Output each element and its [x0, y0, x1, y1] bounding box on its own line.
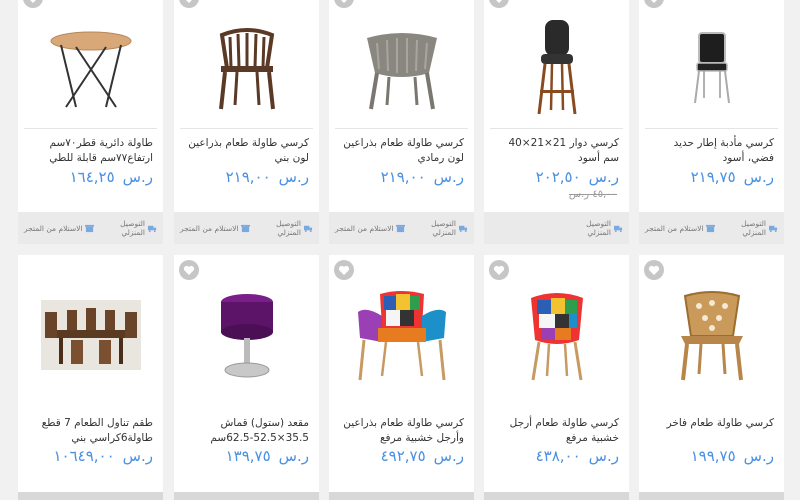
- price: ر.س٤٩٢,٧٥: [380, 447, 464, 465]
- dining-set-image[interactable]: [18, 280, 163, 390]
- store-pickup: الاستلام من المتجر: [24, 224, 95, 233]
- card-footer: [18, 492, 163, 500]
- home-delivery: التوصيل المنزلي: [576, 219, 623, 237]
- store-icon: [706, 224, 716, 232]
- divider: [335, 128, 468, 129]
- patchwork-armchair-image[interactable]: [329, 280, 474, 390]
- heart-icon[interactable]: [23, 0, 43, 8]
- delivery-options: التوصيل المنزلي الاستلام من المتجر: [329, 212, 474, 244]
- price: ر.س١٩٩,٧٥: [690, 447, 774, 465]
- price: ر.س٢١٩,٧٥: [690, 168, 774, 186]
- product-title[interactable]: كرسي طاولة طعام فاخر: [647, 416, 774, 431]
- product-title[interactable]: كرسي طاولة طعام أرجل خشبية مرفع: [492, 416, 619, 446]
- price: ر.س١٠٦٤٩,٠٠: [53, 447, 154, 465]
- delivery-options: التوصيل المنزلي: [484, 212, 629, 244]
- store-icon: [241, 224, 251, 232]
- home-delivery: التوصيل المنزلي: [421, 219, 468, 237]
- product-card[interactable]: مقعد (ستول) قماش 35.5×52.5-62.5سم ر.س١٣٩…: [174, 255, 319, 500]
- truck-icon: [614, 225, 623, 232]
- product-title[interactable]: كرسي دوار 21×21×40 سم أسود: [492, 136, 619, 166]
- product-title[interactable]: مقعد (ستول) قماش 35.5×52.5-62.5سم: [182, 416, 309, 446]
- brown-armchair-image[interactable]: [174, 10, 319, 125]
- truck-icon: [148, 225, 157, 232]
- store-icon: [85, 224, 95, 232]
- heart-icon[interactable]: [489, 0, 509, 8]
- heart-icon[interactable]: [334, 260, 354, 280]
- delivery-options: التوصيل المنزلي الاستلام من المتجر: [18, 212, 163, 244]
- product-title[interactable]: كرسي طاولة طعام بذراعين لون رمادي: [337, 136, 464, 166]
- old-price: ٤٥,٠٠ ر.س: [568, 189, 617, 200]
- product-card[interactable]: كرسي مأدبة إطار حديد فضي، أسود ر.س٢١٩,٧٥…: [639, 0, 784, 244]
- product-card[interactable]: كرسي طاولة طعام بذراعين لون بني ر.س٢١٩,٠…: [174, 0, 319, 244]
- price: ر.س٢١٩,٠٠: [380, 168, 464, 186]
- gold-chair-image[interactable]: [639, 280, 784, 390]
- truck-icon: [769, 225, 778, 232]
- product-title[interactable]: طاولة دائرية قطر٧٠سم ارتفاع٧٧سم قابلة لل…: [26, 136, 153, 166]
- heart-icon[interactable]: [179, 260, 199, 280]
- card-footer: [639, 492, 784, 500]
- product-card[interactable]: طاولة دائرية قطر٧٠سم ارتفاع٧٧سم قابلة لل…: [18, 0, 163, 244]
- product-title[interactable]: كرسي طاولة طعام بذراعين لون بني: [182, 136, 309, 166]
- delivery-options: التوصيل المنزلي الاستلام من المتجر: [174, 212, 319, 244]
- card-footer: [329, 492, 474, 500]
- product-card[interactable]: كرسي طاولة طعام بذراعين لون رمادي ر.س٢١٩…: [329, 0, 474, 244]
- heart-icon[interactable]: [644, 260, 664, 280]
- store-pickup: الاستلام من المتجر: [180, 224, 251, 233]
- home-delivery: التوصيل المنزلي: [266, 219, 313, 237]
- store-pickup: الاستلام من المتجر: [335, 224, 406, 233]
- price: ر.س٤٣٨,٠٠: [535, 447, 619, 465]
- delivery-options: التوصيل المنزلي الاستلام من المتجر: [639, 212, 784, 244]
- product-card[interactable]: كرسي طاولة طعام فاخر ر.س١٩٩,٧٥: [639, 255, 784, 500]
- divider: [645, 128, 778, 129]
- truck-icon: [459, 225, 468, 232]
- patchwork-chair-image[interactable]: [484, 280, 629, 390]
- store-pickup: الاستلام من المتجر: [645, 224, 716, 233]
- heart-icon[interactable]: [489, 260, 509, 280]
- banquet-chair-image[interactable]: [639, 10, 784, 125]
- product-card[interactable]: كرسي دوار 21×21×40 سم أسود ر.س٢٠٢,٥٠ ٤٥,…: [484, 0, 629, 244]
- product-card[interactable]: كرسي طاولة طعام أرجل خشبية مرفع ر.س٤٣٨,٠…: [484, 255, 629, 500]
- heart-icon[interactable]: [334, 0, 354, 8]
- divider: [490, 128, 623, 129]
- bar-stool-image[interactable]: [484, 10, 629, 125]
- round-table-image[interactable]: [18, 10, 163, 125]
- home-delivery: التوصيل المنزلي: [110, 219, 157, 237]
- heart-icon[interactable]: [179, 0, 199, 8]
- price: ر.س١٦٤,٢٥: [69, 168, 153, 186]
- home-delivery: التوصيل المنزلي: [731, 219, 778, 237]
- product-title[interactable]: طقم تناول الطعام 7 قطع طاولة6كراسي بني: [26, 416, 153, 446]
- divider: [24, 128, 157, 129]
- price: ر.س١٣٩,٧٥: [225, 447, 309, 465]
- card-footer: [484, 492, 629, 500]
- product-card[interactable]: كرسي طاولة طعام بذراعين وأرجل خشبية مرفع…: [329, 255, 474, 500]
- truck-icon: [304, 225, 313, 232]
- purple-stool-image[interactable]: [174, 280, 319, 390]
- product-card[interactable]: طقم تناول الطعام 7 قطع طاولة6كراسي بني ر…: [18, 255, 163, 500]
- store-icon: [396, 224, 406, 232]
- price: ر.س٢٠٢,٥٠: [535, 168, 619, 186]
- price: ر.س٢١٩,٠٠: [225, 168, 309, 186]
- gray-armchair-image[interactable]: [329, 10, 474, 125]
- product-title[interactable]: كرسي مأدبة إطار حديد فضي، أسود: [647, 136, 774, 166]
- product-title[interactable]: كرسي طاولة طعام بذراعين وأرجل خشبية مرفع: [337, 416, 464, 446]
- heart-icon[interactable]: [644, 0, 664, 8]
- card-footer: [174, 492, 319, 500]
- divider: [180, 128, 313, 129]
